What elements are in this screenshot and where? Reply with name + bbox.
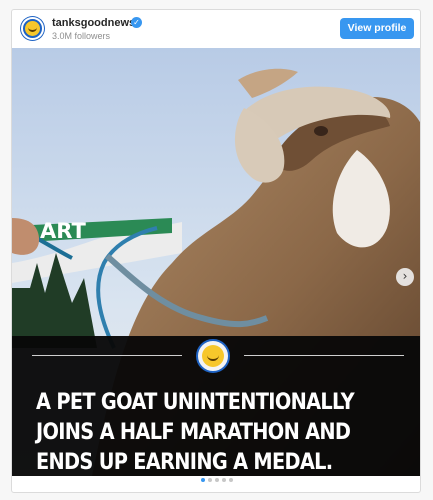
carousel-dot[interactable] (201, 478, 205, 482)
post-header: tanksgoodnews ✓ 3.0M followers View prof… (12, 10, 420, 48)
chevron-right-icon: › (402, 269, 408, 283)
divider-right (244, 355, 404, 356)
brand-smiley-badge-icon (196, 339, 230, 373)
follower-count: 3.0M followers (52, 31, 111, 41)
carousel-next-button[interactable]: › (396, 268, 414, 286)
headline-line: ENDS UP EARNING A MEDAL. (36, 449, 333, 475)
smiley-icon (202, 345, 224, 367)
headline-line: JOINS A HALF MARATHON AND (36, 419, 351, 445)
carousel-indicator (12, 478, 420, 488)
view-profile-button[interactable]: View profile (340, 18, 414, 39)
smiley-icon (25, 21, 40, 36)
post-media[interactable]: ART A PET GOAT UNINTENTIONALLY JOINS A H… (12, 48, 420, 476)
carousel-dot[interactable] (222, 478, 226, 482)
username-link[interactable]: tanksgoodnews (52, 17, 135, 29)
divider-left (32, 355, 182, 356)
banner-text-art: ART (40, 219, 86, 243)
carousel-dot[interactable] (229, 478, 233, 482)
profile-avatar[interactable] (21, 17, 44, 40)
verified-badge-icon: ✓ (131, 17, 142, 28)
carousel-dot[interactable] (208, 478, 212, 482)
headline-line: A PET GOAT UNINTENTIONALLY (36, 389, 355, 415)
post-headline: A PET GOAT UNINTENTIONALLY JOINS A HALF … (36, 387, 355, 476)
post-card: tanksgoodnews ✓ 3.0M followers View prof… (11, 9, 421, 493)
carousel-dot[interactable] (215, 478, 219, 482)
